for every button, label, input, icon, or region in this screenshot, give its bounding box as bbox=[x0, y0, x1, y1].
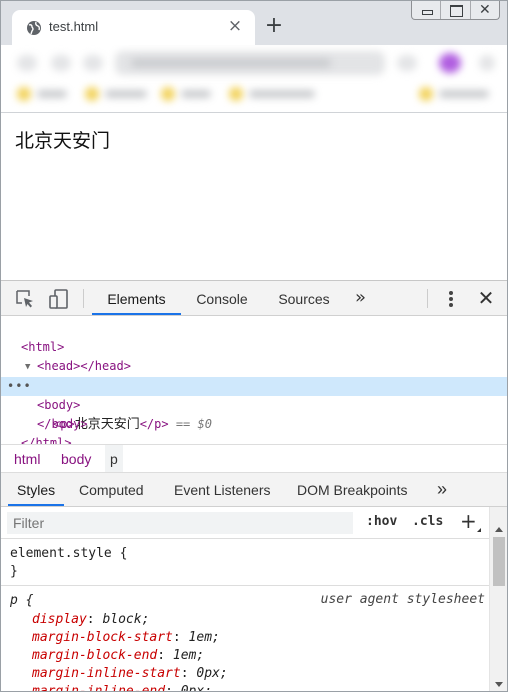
more-panes-button[interactable]: » bbox=[437, 473, 447, 506]
tab-console[interactable]: Console bbox=[187, 281, 257, 315]
tab-strip: test.html × + ✕ bbox=[1, 1, 507, 45]
styles-scrollbar[interactable] bbox=[489, 507, 507, 691]
blurred-bookmark-label bbox=[181, 90, 211, 98]
blurred-reload-button bbox=[83, 55, 103, 71]
inspect-element-icon[interactable] bbox=[15, 289, 35, 309]
browser-tab[interactable]: test.html × bbox=[12, 10, 255, 45]
scrollbar-thumb[interactable] bbox=[493, 537, 505, 586]
css-property-value: 0px; bbox=[180, 684, 213, 692]
css-declaration[interactable]: display: block; bbox=[32, 611, 149, 629]
minimize-button[interactable] bbox=[412, 1, 442, 19]
blurred-menu-button bbox=[479, 55, 495, 71]
maximize-button[interactable] bbox=[441, 1, 471, 19]
breadcrumb: html body p bbox=[1, 444, 507, 473]
css-property-name: margin-inline-start bbox=[32, 666, 181, 681]
cls-toggle[interactable]: .cls bbox=[412, 514, 443, 529]
element-style-selector[interactable]: element.style { bbox=[10, 545, 127, 563]
css-property-name: margin-inline-end bbox=[32, 684, 166, 692]
scroll-down-arrow-icon[interactable] bbox=[495, 682, 503, 687]
hov-toggle[interactable]: :hov bbox=[366, 514, 397, 529]
css-property-value: block; bbox=[102, 612, 150, 627]
tab-sources[interactable]: Sources bbox=[265, 281, 343, 315]
tab-close-button[interactable]: × bbox=[227, 18, 243, 35]
dom-node-p-selected[interactable]: ••• <p>北京天安门</p> == $0 bbox=[1, 377, 507, 432]
style-rules: element.style { } p { user agent stylesh… bbox=[1, 539, 489, 692]
blurred-bookmark-icon bbox=[85, 87, 99, 101]
blurred-bookmark-icon bbox=[161, 87, 175, 101]
new-style-rule-button[interactable]: + bbox=[460, 509, 477, 533]
kebab-menu-icon[interactable] bbox=[446, 289, 456, 309]
filter-input[interactable] bbox=[7, 512, 353, 534]
dom-node-body-close[interactable]: </body> bbox=[1, 396, 507, 431]
rule-divider bbox=[1, 585, 489, 586]
p-rule-selector[interactable]: p { bbox=[10, 592, 33, 610]
new-rule-menu-corner-icon[interactable] bbox=[477, 528, 481, 532]
blurred-profile-avatar bbox=[439, 53, 461, 73]
devtools-panel: Elements Console Sources » ✕ <html> <hea… bbox=[1, 280, 507, 692]
css-property-name: margin-block-start bbox=[32, 630, 173, 645]
blurred-url-text bbox=[131, 59, 331, 67]
css-property-value: 1em; bbox=[172, 648, 205, 663]
css-declaration[interactable]: margin-inline-start: 0px; bbox=[32, 665, 228, 683]
styles-filter-bar: :hov .cls + bbox=[1, 507, 489, 539]
breadcrumb-html[interactable]: html bbox=[9, 445, 45, 472]
breadcrumb-p[interactable]: p bbox=[105, 445, 123, 472]
dom-node-html[interactable]: <html> bbox=[1, 319, 507, 354]
dom-node-body[interactable]: ▼ <body> bbox=[1, 358, 507, 412]
page-paragraph: 北京天安门 bbox=[15, 130, 111, 152]
styles-pane-tabs: Styles Computed Event Listeners DOM Brea… bbox=[1, 473, 507, 507]
dom-node-head[interactable]: <head></head> bbox=[1, 338, 507, 373]
toolbar-divider bbox=[427, 289, 428, 308]
css-property-name: display bbox=[32, 612, 87, 627]
blurred-forward-button bbox=[51, 55, 71, 71]
expand-triangle-icon[interactable]: ▼ bbox=[25, 358, 30, 377]
css-declaration[interactable]: margin-inline-end: 0px; bbox=[32, 683, 213, 692]
scroll-up-arrow-icon[interactable] bbox=[495, 527, 503, 532]
globe-icon bbox=[27, 21, 41, 35]
element-style-close: } bbox=[10, 564, 18, 579]
page-viewport: 北京天安门 bbox=[1, 113, 507, 280]
css-property-name: margin-block-end bbox=[32, 648, 158, 663]
blurred-toolbar bbox=[1, 45, 507, 113]
devtools-close-button[interactable]: ✕ bbox=[476, 287, 496, 309]
dom-tree: <html> <head></head> ▼ <body> ••• <p>北京天… bbox=[1, 317, 507, 450]
blurred-bookmark-icon bbox=[17, 87, 31, 101]
breadcrumb-body[interactable]: body bbox=[56, 445, 96, 472]
blurred-bookmark-label bbox=[37, 90, 67, 98]
rule-source: user agent stylesheet bbox=[320, 592, 485, 607]
blurred-bookmark-icon bbox=[229, 87, 243, 101]
css-property-value: 1em; bbox=[188, 630, 220, 645]
more-actions-icon[interactable]: ••• bbox=[7, 377, 32, 396]
tab-computed[interactable]: Computed bbox=[79, 473, 144, 506]
device-toggle-icon[interactable] bbox=[49, 289, 69, 309]
toolbar-divider bbox=[83, 289, 84, 308]
blurred-bookmark-label bbox=[249, 90, 315, 98]
css-declaration[interactable]: margin-block-end: 1em; bbox=[32, 647, 204, 665]
tab-styles[interactable]: Styles bbox=[8, 473, 65, 506]
dom-node-html-close[interactable]: </html> bbox=[1, 415, 507, 450]
browser-window: test.html × + ✕ 北京天安门 Elements Console S… bbox=[0, 0, 508, 692]
blurred-extension-icon bbox=[397, 55, 417, 71]
tab-elements[interactable]: Elements bbox=[92, 281, 181, 315]
blurred-bookmark-label bbox=[439, 90, 489, 98]
tab-dom-breakpoints[interactable]: DOM Breakpoints bbox=[297, 473, 407, 506]
tab-event-listeners[interactable]: Event Listeners bbox=[174, 473, 271, 506]
more-tabs-button[interactable]: » bbox=[355, 281, 366, 315]
window-close-button[interactable]: ✕ bbox=[471, 1, 499, 19]
css-declaration[interactable]: margin-block-start: 1em; bbox=[32, 629, 220, 647]
new-tab-button[interactable]: + bbox=[264, 15, 284, 37]
blurred-back-button bbox=[17, 55, 37, 71]
tab-title: test.html bbox=[49, 19, 99, 34]
blurred-bookmark-icon bbox=[419, 87, 433, 101]
blurred-bookmark-label bbox=[105, 90, 147, 98]
css-property-value: 0px; bbox=[196, 666, 228, 681]
window-controls: ✕ bbox=[411, 1, 500, 20]
devtools-toolbar: Elements Console Sources » ✕ bbox=[1, 281, 507, 316]
